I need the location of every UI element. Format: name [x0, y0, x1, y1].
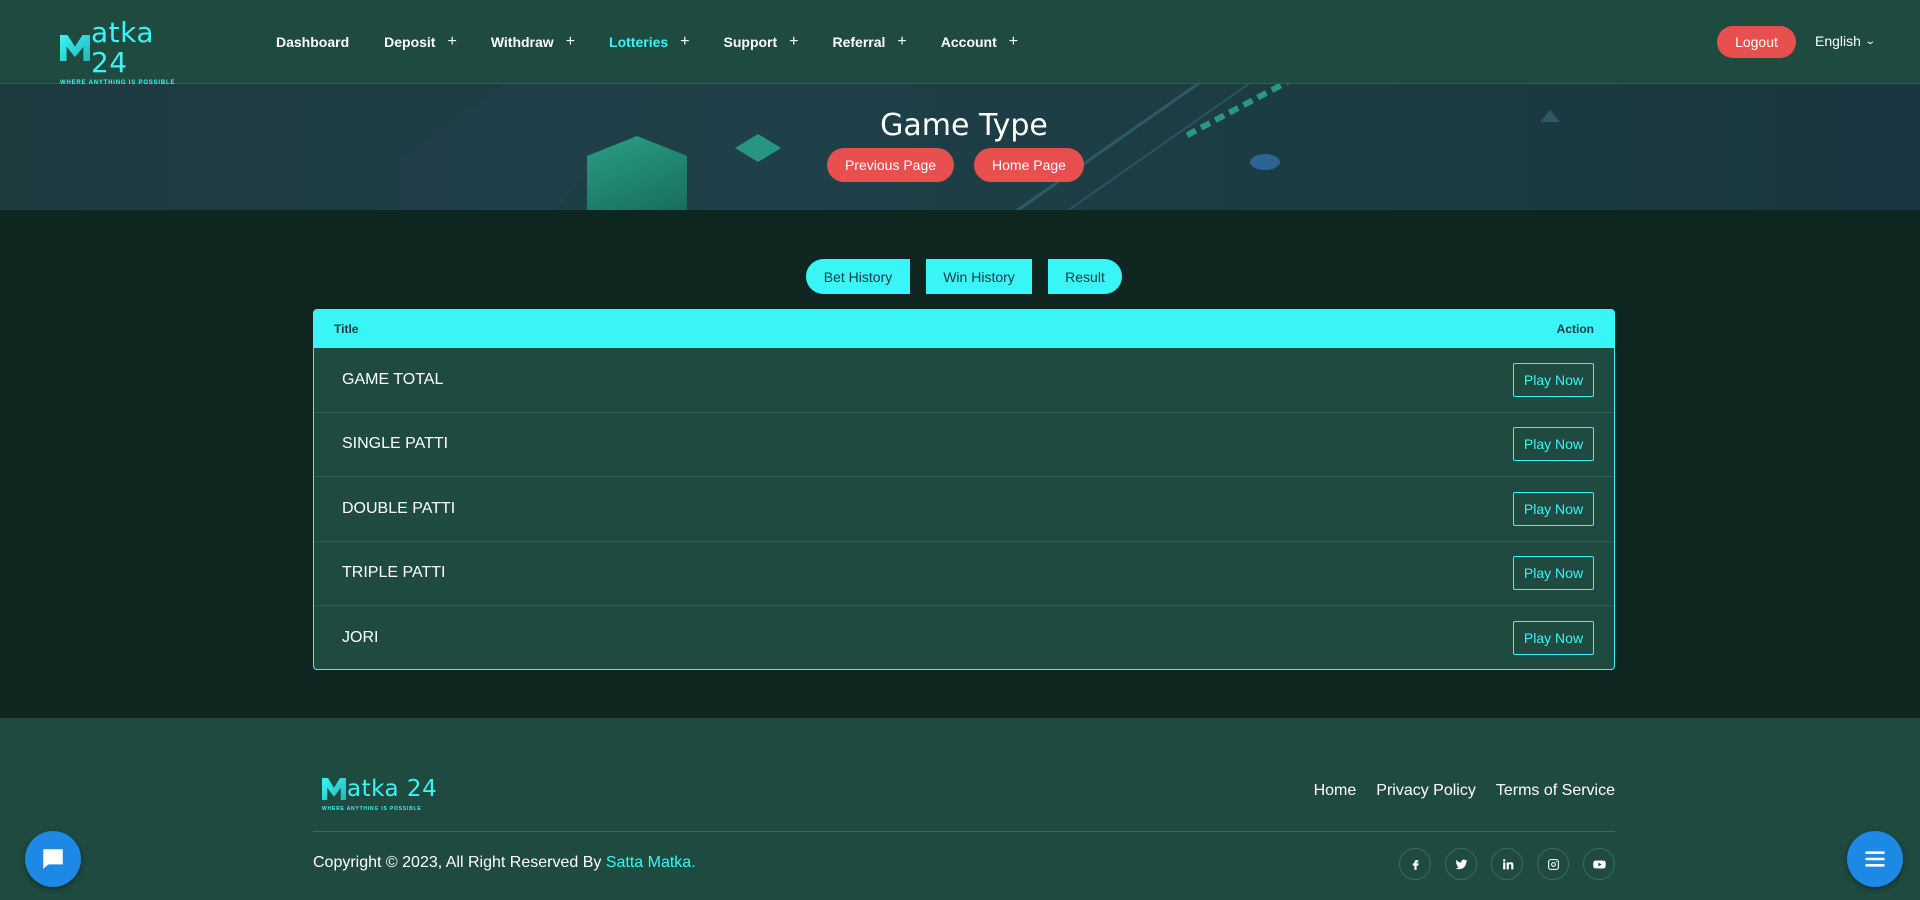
hamburger-icon — [1865, 851, 1885, 867]
youtube-icon[interactable] — [1583, 848, 1615, 880]
nav-item-referral[interactable]: Referral + — [833, 33, 907, 51]
play-now-button[interactable]: Play Now — [1513, 491, 1594, 526]
table-row: JORI Play Now — [314, 606, 1614, 669]
footer-logo[interactable]: atka 24 WHERE ANYTHING IS POSSIBLE — [322, 774, 437, 812]
language-label: English — [1815, 33, 1861, 49]
footer-link-terms-of-service[interactable]: Terms of Service — [1496, 782, 1615, 800]
nav-item-label: Deposit — [384, 34, 436, 50]
nav-item-dashboard[interactable]: Dashboard — [276, 34, 349, 50]
tab-bet-history[interactable]: Bet History — [806, 259, 910, 294]
plus-icon: + — [680, 33, 690, 50]
column-header-title: Title — [334, 322, 359, 336]
logo-text: atka 24 — [347, 776, 438, 802]
nav-item-label: Withdraw — [490, 34, 554, 50]
home-page-button[interactable]: Home Page — [974, 148, 1084, 182]
play-now-button[interactable]: Play Now — [1513, 556, 1594, 591]
logo-m-mark — [322, 778, 346, 800]
nav-item-label: Account — [940, 34, 997, 50]
logout-button[interactable]: Logout — [1717, 26, 1796, 58]
page-footer: atka 24 WHERE ANYTHING IS POSSIBLE Home … — [0, 718, 1920, 900]
play-now-button[interactable]: Play Now — [1513, 362, 1594, 397]
twitter-icon[interactable] — [1445, 848, 1477, 880]
game-title: SINGLE PATTI — [342, 435, 449, 453]
language-select[interactable]: English ⌄ — [1815, 33, 1876, 49]
page-banner: Game Type Previous Page Home Page — [0, 84, 1920, 210]
game-title: JORI — [342, 629, 379, 647]
logo-m-mark — [60, 35, 90, 61]
footer-link-home[interactable]: Home — [1314, 782, 1357, 800]
footer-divider — [313, 831, 1615, 832]
plus-icon: + — [789, 33, 799, 50]
table-row: TRIPLE PATTI Play Now — [314, 542, 1614, 606]
facebook-icon[interactable] — [1399, 848, 1431, 880]
game-title: DOUBLE PATTI — [342, 499, 456, 517]
banner-decoration — [1017, 84, 1363, 210]
game-title: GAME TOTAL — [342, 370, 444, 388]
logo-tagline: WHERE ANYTHING IS POSSIBLE — [322, 806, 422, 812]
chat-button[interactable] — [25, 831, 81, 887]
chat-bubble-icon — [43, 849, 63, 869]
game-title: TRIPLE PATTI — [342, 564, 446, 582]
social-links — [1385, 848, 1615, 880]
nav-item-withdraw[interactable]: Withdraw + — [491, 33, 575, 51]
menu-button[interactable] — [1847, 831, 1903, 887]
nav-item-account[interactable]: Account + — [941, 33, 1018, 51]
play-now-button[interactable]: Play Now — [1513, 427, 1594, 462]
page-title: Game Type — [880, 108, 1048, 143]
instagram-icon[interactable] — [1537, 848, 1569, 880]
footer-link-privacy-policy[interactable]: Privacy Policy — [1376, 782, 1476, 800]
chevron-down-icon: ⌄ — [1864, 35, 1876, 47]
copyright-prefix: Copyright © 2023, All Right Reserved By — [313, 854, 606, 871]
history-tabs: Bet History Win History Result — [0, 259, 1920, 294]
table-header: Title Action — [314, 310, 1614, 348]
linkedin-icon[interactable] — [1491, 848, 1523, 880]
footer-links: Home Privacy Policy Terms of Service — [1294, 782, 1615, 800]
table-row: DOUBLE PATTI Play Now — [314, 477, 1614, 542]
nav-item-label: Referral — [832, 34, 886, 50]
table-row: SINGLE PATTI Play Now — [314, 413, 1614, 477]
banner-decoration — [937, 84, 1283, 210]
game-type-table: Title Action GAME TOTAL Play Now SINGLE … — [313, 309, 1615, 670]
plus-icon: + — [1008, 33, 1019, 50]
column-header-action: Action — [1556, 322, 1594, 336]
table-row: GAME TOTAL Play Now — [314, 348, 1614, 413]
plus-icon: + — [565, 33, 576, 50]
copyright-brand-link[interactable]: Satta Matka. — [606, 854, 696, 871]
nav-item-deposit[interactable]: Deposit + — [384, 33, 457, 51]
plus-icon: + — [897, 33, 907, 50]
tab-win-history[interactable]: Win History — [926, 259, 1032, 294]
banner-decoration — [1250, 154, 1280, 170]
main-nav: Dashboard Deposit + Withdraw + Lotteries + … — [276, 0, 1052, 84]
brand-logo[interactable]: atka 24 WHERE ANYTHING IS POSSIBLE — [60, 18, 200, 86]
top-navbar: atka 24 WHERE ANYTHING IS POSSIBLE Dashb… — [0, 0, 1920, 86]
tab-result[interactable]: Result — [1048, 259, 1122, 294]
logo-text: atka 24 — [90, 16, 155, 79]
plus-icon: + — [447, 33, 457, 50]
nav-item-label: Dashboard — [276, 34, 350, 50]
play-now-button[interactable]: Play Now — [1513, 621, 1594, 656]
copyright-text: Copyright © 2023, All Right Reserved By … — [313, 854, 696, 872]
nav-item-label: Lotteries — [609, 34, 669, 50]
nav-item-support[interactable]: Support + — [724, 33, 799, 51]
nav-item-lotteries[interactable]: Lotteries + — [609, 33, 689, 51]
nav-item-label: Support — [723, 34, 778, 50]
previous-page-button[interactable]: Previous Page — [827, 148, 954, 182]
